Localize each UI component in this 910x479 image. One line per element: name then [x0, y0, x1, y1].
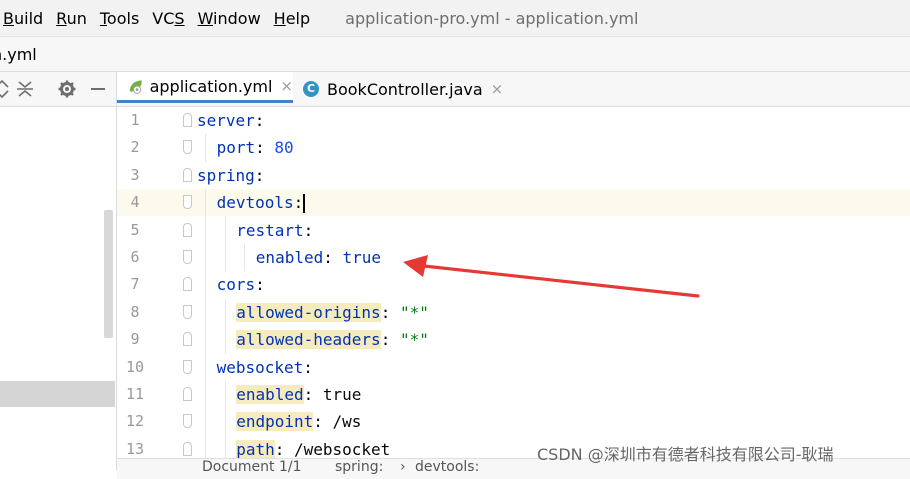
- fold-marker-icon[interactable]: [183, 140, 192, 155]
- code-line[interactable]: 11 enabled: true: [117, 381, 910, 408]
- code-line[interactable]: 12 endpoint: /ws: [117, 408, 910, 435]
- breadcrumb-document: Document 1/1: [202, 459, 302, 475]
- code-text: websocket:: [216, 357, 313, 377]
- fold-marker-icon[interactable]: [183, 167, 192, 182]
- project-panel-toolbar: [0, 72, 116, 107]
- breadcrumb-item-spring[interactable]: spring:: [335, 459, 383, 475]
- menu-vcs[interactable]: VCS: [148, 9, 193, 28]
- fold-marker-icon[interactable]: [183, 277, 192, 292]
- selected-tree-row[interactable]: [0, 381, 115, 407]
- code-editor[interactable]: 1 server: 2 port: 80 3 spring: 4 devtools: 5 rest…: [117, 107, 910, 470]
- tab-label: application.yml: [149, 76, 273, 96]
- expand-all-icon[interactable]: [0, 78, 12, 100]
- code-text: cors:: [216, 275, 265, 295]
- code-text: enabled: true: [236, 385, 362, 404]
- indent-guide: [224, 298, 226, 354]
- window-title: application-pro.yml - application.yml: [345, 8, 639, 28]
- line-number: 3: [130, 165, 140, 184]
- yaml-file-icon: [129, 80, 142, 94]
- code-text: spring:: [197, 165, 265, 185]
- line-number: 6: [130, 248, 140, 266]
- minimize-icon[interactable]: [88, 78, 108, 100]
- editor-tab-bar: application.yml × C BookController.java …: [117, 72, 910, 107]
- collapse-all-icon[interactable]: [15, 78, 35, 100]
- code-text: endpoint: /ws: [236, 412, 362, 432]
- line-number: 9: [130, 330, 140, 349]
- line-number: 12: [125, 412, 145, 431]
- menu-run[interactable]: Run: [52, 9, 96, 28]
- code-line[interactable]: 1 server:: [117, 107, 910, 134]
- code-line[interactable]: 7 cors:: [117, 271, 910, 298]
- code-text: enabled: true: [255, 248, 382, 267]
- watermark: CSDN @深圳市有德者科技有限公司-耿瑞: [537, 445, 834, 464]
- code-text: restart:: [236, 220, 314, 240]
- fold-marker-icon[interactable]: [183, 441, 192, 456]
- line-number: 8: [130, 302, 140, 321]
- code-text: devtools:: [216, 193, 306, 214]
- project-panel: [0, 72, 117, 470]
- tab-application-yml[interactable]: application.yml ×: [117, 72, 293, 103]
- code-line[interactable]: 8 allowed-origins: "*": [117, 299, 910, 326]
- fold-marker-icon[interactable]: [183, 113, 192, 127]
- indent-guide: [224, 216, 226, 272]
- code-line[interactable]: 3 spring:: [117, 162, 910, 189]
- breadcrumb-separator: ›: [400, 459, 406, 475]
- menu-window[interactable]: Window: [194, 9, 270, 28]
- code-text: allowed-headers: "*": [236, 330, 429, 350]
- tab-label: BookController.java: [327, 79, 483, 99]
- gear-icon[interactable]: [57, 78, 77, 100]
- code-line[interactable]: 5 restart:: [117, 217, 910, 244]
- indent-guide: [205, 189, 206, 464]
- close-icon[interactable]: ×: [491, 80, 504, 98]
- line-number: 11: [125, 385, 145, 403]
- menu-build[interactable]: Build: [0, 9, 52, 28]
- navigation-bar: n.yml: [0, 37, 910, 72]
- indent-guide: [205, 134, 206, 162]
- fold-marker-icon[interactable]: [183, 332, 192, 347]
- nav-file-crumb[interactable]: n.yml: [0, 45, 37, 64]
- code-line[interactable]: 10 websocket:: [117, 354, 910, 381]
- line-number: 5: [130, 220, 140, 239]
- fold-marker-icon[interactable]: [183, 304, 192, 319]
- fold-marker-icon[interactable]: [183, 250, 192, 264]
- fold-marker-icon[interactable]: [183, 414, 192, 429]
- line-number: 1: [130, 111, 140, 129]
- indent-guide: [244, 244, 246, 272]
- project-panel-scrollbar[interactable]: [104, 210, 113, 338]
- code-text: port: 80: [216, 138, 294, 158]
- tab-bookcontroller-java[interactable]: C BookController.java ×: [301, 72, 503, 106]
- fold-marker-icon[interactable]: [183, 387, 192, 401]
- menu-tools[interactable]: Tools: [96, 9, 148, 28]
- line-number: 4: [130, 193, 140, 212]
- fold-marker-icon[interactable]: [183, 195, 192, 210]
- breadcrumb-item-devtools[interactable]: devtools:: [415, 459, 479, 475]
- text-caret: [303, 194, 306, 214]
- menu-bar: Build Run Tools VCS Window Help application-pr…: [0, 0, 910, 37]
- code-text: server:: [197, 111, 265, 130]
- menu-help[interactable]: Help: [270, 9, 319, 28]
- line-number: 10: [125, 357, 145, 376]
- code-text: allowed-origins: "*": [236, 302, 429, 322]
- indent-guide: [224, 381, 226, 464]
- line-number: 2: [130, 138, 140, 157]
- line-number: 7: [130, 275, 140, 294]
- code-line[interactable]: 2 port: 80: [117, 134, 910, 161]
- java-class-icon: C: [303, 81, 319, 97]
- code-line[interactable]: 4 devtools:: [117, 189, 910, 217]
- code-line[interactable]: 6 enabled: true: [117, 244, 910, 271]
- close-icon[interactable]: ×: [280, 77, 293, 95]
- fold-marker-icon[interactable]: [183, 222, 192, 237]
- fold-marker-icon[interactable]: [183, 359, 192, 374]
- code-line[interactable]: 9 allowed-headers: "*": [117, 326, 910, 353]
